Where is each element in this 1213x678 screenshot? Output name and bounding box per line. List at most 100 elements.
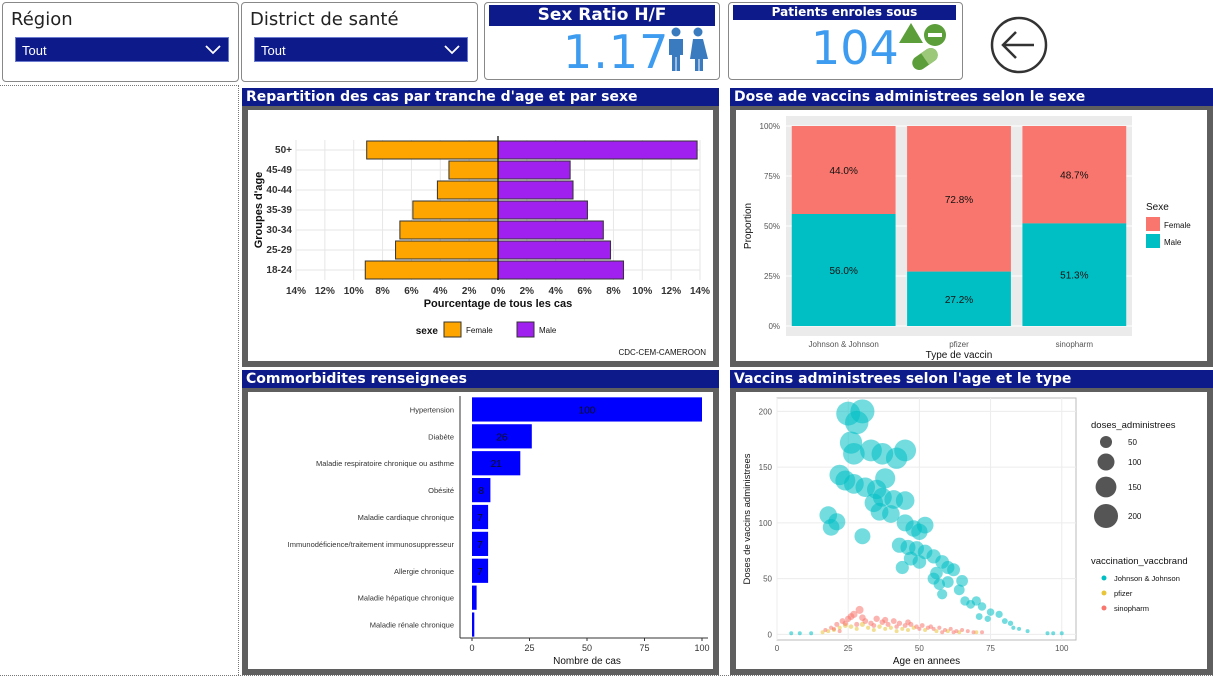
scatter-point (894, 629, 899, 634)
color-legend-label: sinopharm (1114, 604, 1149, 613)
scatter-point (919, 623, 925, 628)
scatter-point (947, 563, 961, 577)
x-tick-label: 75 (639, 643, 649, 653)
x-tick-label: 6% (404, 286, 419, 297)
x-axis-title: Type de vaccin (926, 350, 993, 361)
scatter-point (831, 626, 836, 631)
scatter-point (940, 630, 945, 635)
male-data-label: 51.3% (1060, 271, 1088, 282)
district-slicer: District de santé Tout (241, 2, 478, 82)
size-legend-circle (1093, 503, 1119, 529)
region-dropdown[interactable]: Tout (15, 37, 229, 62)
male-data-label: 27.2% (945, 295, 973, 306)
y-tick-label: 75% (764, 172, 780, 181)
y-tick-label: 18-24 (266, 265, 292, 276)
scatter-point (823, 627, 828, 632)
scatter-point (1011, 625, 1016, 630)
x-tick-label: 14% (286, 286, 306, 297)
x-tick-label: 10% (344, 286, 364, 297)
bar-data-label: 26 (496, 432, 508, 443)
y-tick-label: 0 (768, 630, 773, 639)
scatter-point (895, 491, 915, 510)
scatter-point (882, 616, 889, 623)
x-tick-label: 0 (775, 644, 780, 653)
scatter-point (937, 589, 948, 600)
y-axis-title: Groupes d'age (253, 172, 265, 249)
scatter-point (928, 624, 934, 629)
scatter-point (905, 619, 911, 625)
sex-ratio-title: Sex Ratio H/F (489, 5, 715, 26)
female-data-label: 72.8% (945, 195, 973, 206)
comorbid-panel-title: Commorbidites renseignees (242, 370, 719, 388)
x-tick-label: 8% (375, 286, 390, 297)
scatter-point (951, 630, 956, 635)
pyramid-panel-title: Repartition des cas par tranche d'age et… (242, 88, 719, 106)
scatter-point (942, 576, 954, 588)
legend-swatch-female (443, 321, 462, 338)
y-tick-label: Diabète (428, 432, 454, 441)
male-bar (497, 160, 571, 180)
size-legend-circle (1099, 435, 1113, 449)
vaccine-sex-panel-title: Dose ade vaccins administrees selon le s… (730, 88, 1213, 106)
x-tick-label: 25 (524, 643, 534, 653)
scatter-point (866, 625, 871, 630)
size-legend-label: 200 (1128, 512, 1142, 521)
vaccine-sex-panel: Dose ade vaccins administrees selon le s… (730, 88, 1213, 367)
y-tick-label: 45-49 (266, 165, 292, 176)
district-dropdown[interactable]: Tout (254, 37, 468, 62)
scatter-point (917, 626, 922, 631)
legend-label-male: Male (539, 326, 557, 335)
scatter-point (859, 614, 866, 621)
scatter-point (894, 624, 899, 629)
scatter-point (975, 613, 983, 620)
scatter-point (912, 555, 927, 569)
size-legend-circle (1095, 476, 1117, 498)
y-tick-label: 40-44 (266, 185, 292, 196)
vaccine-sex-chart: 0% 25% 50% 75% 100% 44.0% 56.0% Johnson & Johns… (743, 116, 1191, 361)
x-tick-label: 8% (606, 286, 621, 297)
y-tick-label: 150 (759, 463, 773, 472)
y-tick-label: 100% (760, 122, 780, 131)
scatter-point (900, 626, 905, 631)
female-bar (364, 260, 499, 280)
legend-label-female: Female (466, 326, 493, 335)
scatter-point (971, 630, 976, 635)
y-tick-label: Hypertension (410, 405, 454, 414)
scatter-point (822, 519, 840, 536)
scatter-point (848, 624, 854, 629)
female-data-label: 48.7% (1060, 171, 1088, 182)
male-bar (497, 220, 604, 240)
x-tick-label: 25 (844, 644, 853, 653)
side-area (0, 85, 239, 675)
y-tick-label: 0% (768, 322, 780, 331)
scatter-point (977, 602, 987, 611)
male-bar (497, 140, 698, 160)
back-arrow-icon[interactable] (990, 16, 1048, 74)
region-dropdown-value: Tout (22, 43, 47, 58)
x-axis-title: Pourcentage de tous les cas (424, 298, 573, 310)
vaccine-age-panel-title: Vaccins administrees selon l'age et le t… (730, 370, 1213, 388)
legend-swatch-male (1146, 234, 1160, 248)
x-tick-label: 50 (582, 643, 592, 653)
vaccine-sex-panel-body: 0% 25% 50% 75% 100% 44.0% 56.0% Johnson & Johns… (736, 110, 1207, 361)
y-tick-label: 50% (764, 222, 780, 231)
comorbid-panel: Commorbidites renseignees 0 25 50 75 100 Hype… (242, 370, 719, 675)
size-legend-label: 150 (1128, 483, 1142, 492)
comorbid-panel-body: 0 25 50 75 100 Hypertension 100 Diabète 26 Maladi… (248, 392, 713, 669)
scatter-point (854, 626, 859, 631)
legend-swatch-female (1146, 217, 1160, 231)
x-tick-label: 0% (491, 286, 506, 297)
x-tick-label: 2% (462, 286, 477, 297)
vaccine-age-chart: 0 25 50 75 100 0 50 100 150 200 Age en annees Doses… (742, 397, 1188, 667)
size-legend-title: doses_administrees (1091, 420, 1176, 431)
x-tick-label: 12% (315, 286, 335, 297)
vaccine-age-panel: Vaccins administrees selon l'age et le t… (730, 370, 1213, 675)
x-tick-label: 2% (520, 286, 535, 297)
legend-title: Sexe (1146, 202, 1169, 213)
y-axis-title: Doses de vaccins administrees (742, 453, 753, 584)
x-axis-title: Nombre de cas (553, 656, 621, 667)
bar-data-label: 8 (478, 486, 484, 497)
y-tick-label: Maladie rénale chronique (370, 621, 454, 630)
caption: CDC-CEM-CAMEROON (618, 348, 706, 357)
scatter-point (873, 615, 880, 622)
